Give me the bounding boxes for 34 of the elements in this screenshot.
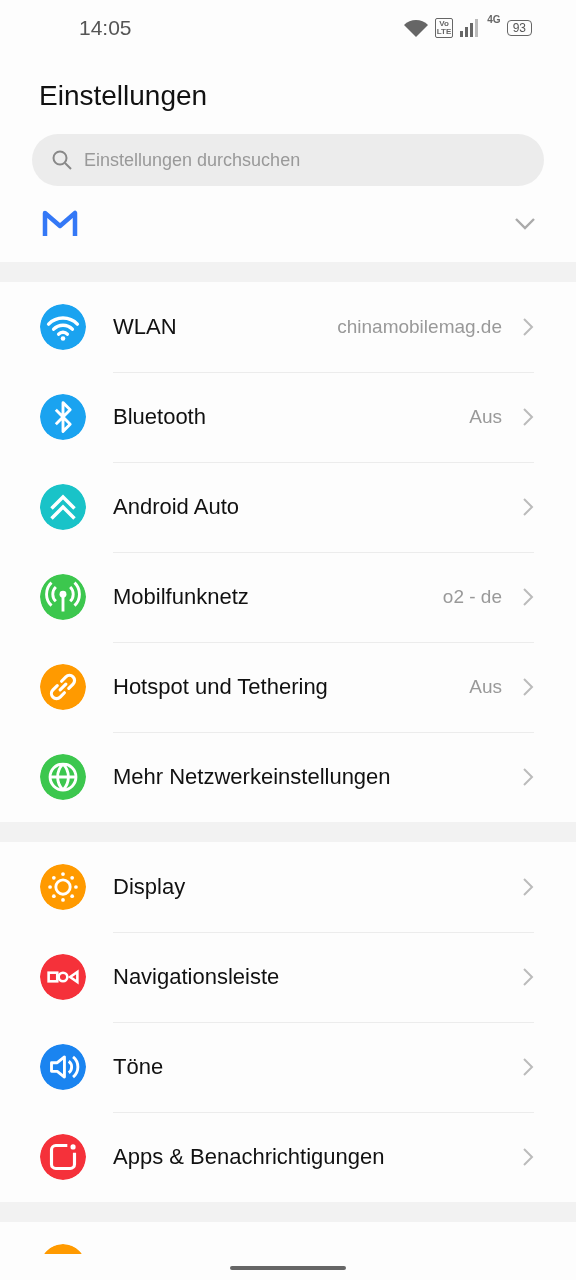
chevron-icon — [522, 317, 534, 337]
item-value: Aus — [469, 676, 502, 698]
page-title: Einstellungen — [39, 80, 209, 112]
volte-icon: Vo LTE — [434, 18, 454, 38]
chevron-icon — [522, 587, 534, 607]
settings-item[interactable]: Mehr Netzwerkeinstellungen — [0, 732, 576, 822]
battery-icon: 93 — [506, 20, 532, 36]
account-logo-icon[interactable] — [42, 210, 78, 238]
home-indicator[interactable] — [230, 1266, 346, 1270]
clock: 14:05 — [79, 16, 132, 40]
settings-item[interactable]: Display — [0, 842, 576, 932]
chevron-icon — [522, 877, 534, 897]
chevron-icon — [522, 1147, 534, 1167]
chevron-icon — [522, 967, 534, 987]
wifi-icon — [402, 18, 429, 38]
item-value: Aus — [469, 406, 502, 428]
chevron-icon — [522, 407, 534, 427]
expand-icon[interactable] — [514, 217, 536, 231]
network-type: 4G — [487, 14, 501, 25]
settings-item[interactable]: Navigationsleiste — [0, 932, 576, 1022]
chevron-icon — [522, 1057, 534, 1077]
chevron-icon — [522, 677, 534, 697]
search-field[interactable]: Einstellungen durchsuchen — [32, 134, 544, 186]
chevron-icon — [522, 767, 534, 787]
settings-item[interactable]: Töne — [0, 1022, 576, 1112]
settings-item[interactable]: Apps & Benachrichtigungen — [0, 1112, 576, 1202]
item-value: chinamobilemag.de — [337, 316, 502, 338]
chevron-icon — [522, 497, 534, 517]
settings-item[interactable]: Android Auto — [0, 462, 576, 552]
settings-item[interactable]: Mobilfunknetz o2 - de — [0, 552, 576, 642]
settings-item[interactable]: Hotspot und Tethering Aus — [0, 642, 576, 732]
item-value: o2 - de — [442, 586, 502, 608]
settings-item[interactable]: WLAN chinamobilemag.de — [0, 282, 576, 372]
settings-item[interactable]: Bluetooth Aus — [0, 372, 576, 462]
